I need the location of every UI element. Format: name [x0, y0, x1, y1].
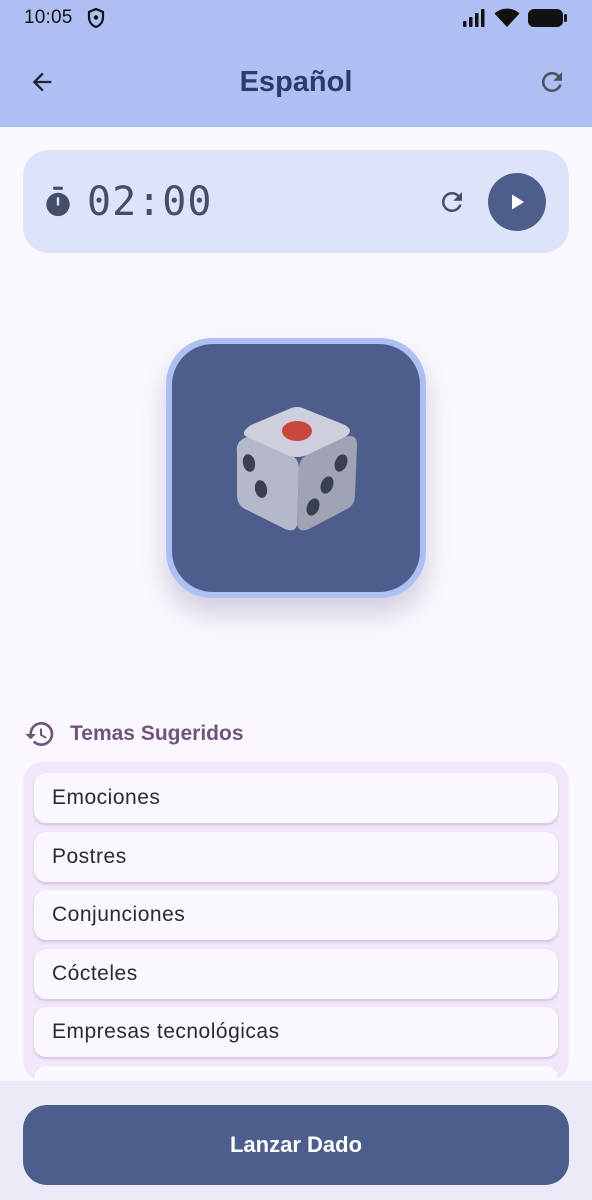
timer-card: 02:00: [23, 150, 569, 253]
top-header: 10:05 Español: [0, 0, 592, 127]
app-bar: Español: [0, 44, 592, 120]
back-button[interactable]: [26, 66, 58, 98]
history-icon: [25, 722, 54, 746]
suggestion-item[interactable]: Cócteles: [34, 948, 558, 999]
status-time: 10:05: [24, 7, 73, 28]
suggestions-list: Emociones Postres Conjunciones Cócteles …: [23, 762, 569, 1080]
refresh-icon: [441, 191, 462, 212]
suggestion-item[interactable]: Postres: [34, 831, 558, 882]
play-icon: [512, 194, 524, 209]
stopwatch-icon: [46, 186, 70, 216]
wifi-icon: [494, 8, 520, 27]
page-title: Español: [239, 65, 353, 98]
status-indicators: [462, 8, 568, 28]
suggestion-item-partial[interactable]: [34, 1065, 558, 1080]
suggestion-item[interactable]: Conjunciones: [34, 890, 558, 940]
signal-icon: [463, 9, 485, 27]
battery-icon: [528, 9, 567, 27]
suggestion-item[interactable]: Empresas tecnológicas: [34, 1007, 558, 1057]
status-bar: 10:05: [0, 0, 592, 36]
shield-icon: [87, 8, 104, 28]
roll-dice-button[interactable]: Lanzar Dado: [23, 1105, 569, 1185]
dice-button[interactable]: [166, 338, 426, 598]
refresh-button[interactable]: [536, 66, 568, 98]
suggestion-item[interactable]: Emociones: [34, 773, 558, 823]
arrow-left-icon: [32, 72, 52, 92]
suggestions-header: Temas Sugeridos: [24, 716, 244, 752]
timer-display: 02:00: [87, 178, 213, 225]
dice-icon: [236, 407, 357, 531]
suggestions-title: Temas Sugeridos: [70, 722, 244, 745]
dice-display: [172, 344, 420, 592]
suggestions-panel: Emociones Postres Conjunciones Cócteles …: [23, 762, 569, 1080]
play-button[interactable]: [488, 172, 546, 231]
timer-reset-button[interactable]: [436, 186, 468, 218]
refresh-icon: [541, 71, 562, 92]
